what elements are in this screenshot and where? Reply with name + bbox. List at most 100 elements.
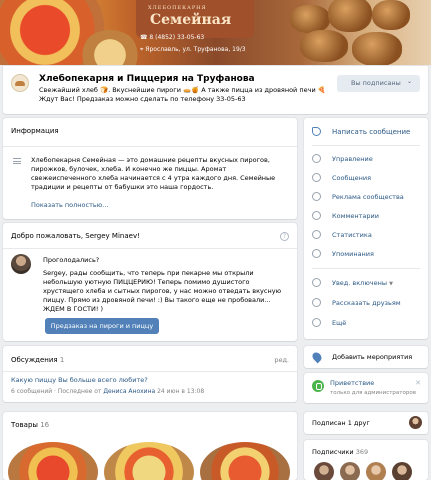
- author-link[interactable]: Дениса Анохина: [103, 388, 155, 395]
- goods-title: Товары: [11, 421, 38, 429]
- show-more-link[interactable]: Показать полностью…: [31, 201, 109, 209]
- comments-item[interactable]: Комментарии: [304, 207, 428, 225]
- discussions-title: Обсуждения: [11, 356, 58, 364]
- discussions-count: 1: [59, 356, 65, 364]
- menu-label: Реклама сообщества: [332, 193, 404, 201]
- help-icon[interactable]: ?: [280, 232, 289, 241]
- discussion-topic-link[interactable]: Какую пиццу Вы больше всего любите?: [11, 376, 148, 384]
- welcome-heading: Добро пожаловать, Sergey Minaev!: [11, 232, 140, 240]
- subscribed-button[interactable]: Вы подписаны ⌄: [337, 75, 420, 92]
- logo-main-text: Семейная: [150, 12, 232, 28]
- menu-label: Упоминания: [332, 250, 374, 258]
- cover-image: ХЛЕБОПЕКАРНЯ Семейная ☎ 8 (4852) 33-05-6…: [0, 0, 431, 65]
- info-block: Информация Хлебопекарня Семейная — это д…: [3, 118, 297, 219]
- greeting-title[interactable]: Приветствие: [330, 379, 374, 387]
- notifications-item[interactable]: Увед. включены ▼: [304, 274, 428, 292]
- menu-label: Комментарии: [332, 212, 379, 220]
- subscriber-avatar[interactable]: [340, 462, 360, 480]
- goods-heading[interactable]: Товары 16: [11, 421, 49, 429]
- subscribers-block: Подписчики 369: [304, 440, 428, 480]
- phone-icon: ☎: [140, 34, 150, 41]
- message-count: 6 сообщений: [11, 388, 53, 395]
- chat-icon: [312, 173, 321, 182]
- megaphone-icon: [312, 298, 321, 307]
- group-header: Хлебопекарня и Пиццерия на Труфанова Све…: [3, 66, 428, 114]
- messages-item[interactable]: Сообщения: [304, 169, 428, 187]
- megaphone-icon: [312, 192, 321, 201]
- greeting-subtitle: только для администраторов: [330, 390, 416, 396]
- info-heading: Информация: [11, 127, 59, 135]
- goods-count: 16: [40, 421, 50, 429]
- chart-icon: [312, 230, 321, 239]
- divider: [3, 146, 297, 147]
- friend-avatar[interactable]: [409, 416, 422, 429]
- discussions-block: Обсуждения 1 ред. Какую пиццу Вы больше …: [3, 346, 297, 402]
- welcome-message: Sergey, рады сообщить, что теперь при пе…: [43, 269, 282, 313]
- product-image[interactable]: [8, 442, 98, 480]
- last-date: 24 июн в 13:08: [157, 388, 205, 395]
- menu-label: Увед. включены ▼: [332, 279, 393, 287]
- subscriber-avatar[interactable]: [314, 462, 334, 480]
- info-description: Хлебопекарня Семейная — это домашние рец…: [31, 156, 276, 191]
- user-avatar: [11, 254, 31, 274]
- greeting-app-block: Приветствие только для администраторов ✕: [304, 373, 428, 403]
- bread-image: [328, 0, 372, 32]
- write-message-item[interactable]: Написать сообщение: [304, 123, 428, 141]
- share-item[interactable]: Рассказать друзьям: [304, 294, 428, 312]
- product-image[interactable]: [104, 442, 194, 480]
- description-icon: [13, 158, 21, 164]
- product-image[interactable]: [200, 442, 290, 480]
- bread-image: [290, 5, 330, 33]
- subscribers-title: Подписчики: [312, 448, 354, 456]
- friends-label: Подписан 1 друг: [312, 419, 370, 427]
- last-from-label: Последнее от: [57, 388, 102, 395]
- discussions-heading[interactable]: Обсуждения 1: [11, 356, 64, 364]
- notifications-label: Увед. включены: [332, 279, 388, 287]
- group-avatar[interactable]: [11, 74, 29, 92]
- more-item[interactable]: Ещё: [304, 314, 428, 332]
- chevron-down-icon: ⌄: [406, 78, 412, 85]
- bread-image: [352, 32, 402, 65]
- stats-item[interactable]: Статистика: [304, 226, 428, 244]
- address-text: Ярославль, ул. Труфанова, 19/3: [145, 46, 246, 53]
- bread-image: [372, 0, 410, 30]
- chat-icon: [312, 127, 321, 136]
- add-event-block[interactable]: Добавить мероприятия: [304, 346, 428, 368]
- bell-icon: [312, 278, 321, 287]
- more-icon: [312, 318, 321, 327]
- phone-icon: [312, 380, 324, 392]
- menu-label: Статистика: [332, 231, 372, 239]
- group-status: Свежайший хлеб 🍞. Вкуснейшие пироги 🥧🍯 А…: [39, 86, 326, 103]
- subscriber-avatar[interactable]: [366, 462, 386, 480]
- cover-phone: ☎ 8 (4852) 33-05-63: [140, 34, 204, 41]
- phone-text: 8 (4852) 33-05-63: [149, 34, 205, 41]
- divider: [3, 248, 297, 249]
- cover-address: ⌖ Ярославль, ул. Труфанова, 19/3: [140, 46, 246, 54]
- friends-block[interactable]: Подписан 1 друг: [304, 412, 428, 434]
- menu-label: Сообщения: [332, 174, 372, 182]
- subscribers-heading[interactable]: Подписчики 369: [312, 448, 368, 456]
- actions-menu: Написать сообщение Управление Сообщения …: [304, 118, 428, 339]
- discussion-meta: 6 сообщений · Последнее от Дениса Анохин…: [11, 388, 205, 395]
- menu-label: Управление: [332, 155, 373, 163]
- divider: [312, 268, 420, 269]
- edit-link[interactable]: ред.: [274, 356, 289, 364]
- bread-image: [300, 30, 348, 62]
- at-icon: [312, 249, 321, 258]
- logo-top-text: ХЛЕБОПЕКАРНЯ: [148, 5, 207, 11]
- add-event-label: Добавить мероприятия: [332, 353, 413, 361]
- welcome-widget: Добро пожаловать, Sergey Minaev! ? Прого…: [3, 223, 297, 341]
- goods-block: Товары 16: [3, 412, 297, 480]
- close-icon[interactable]: ✕: [415, 379, 421, 387]
- subscriber-avatar[interactable]: [392, 462, 412, 480]
- menu-label: Ещё: [332, 319, 347, 327]
- manage-item[interactable]: Управление: [304, 150, 428, 168]
- group-title: Хлебопекарня и Пиццерия на Труфанова: [39, 74, 255, 84]
- preorder-button[interactable]: Предзаказ на пироги и пиццу: [45, 318, 159, 334]
- mentions-item[interactable]: Упоминания: [304, 245, 428, 263]
- menu-label: Написать сообщение: [332, 128, 411, 136]
- ads-item[interactable]: Реклама сообщества: [304, 188, 428, 206]
- divider: [312, 145, 420, 146]
- welcome-greeting: Проголодались?: [43, 256, 100, 264]
- chevron-down-icon: ▼: [389, 281, 393, 287]
